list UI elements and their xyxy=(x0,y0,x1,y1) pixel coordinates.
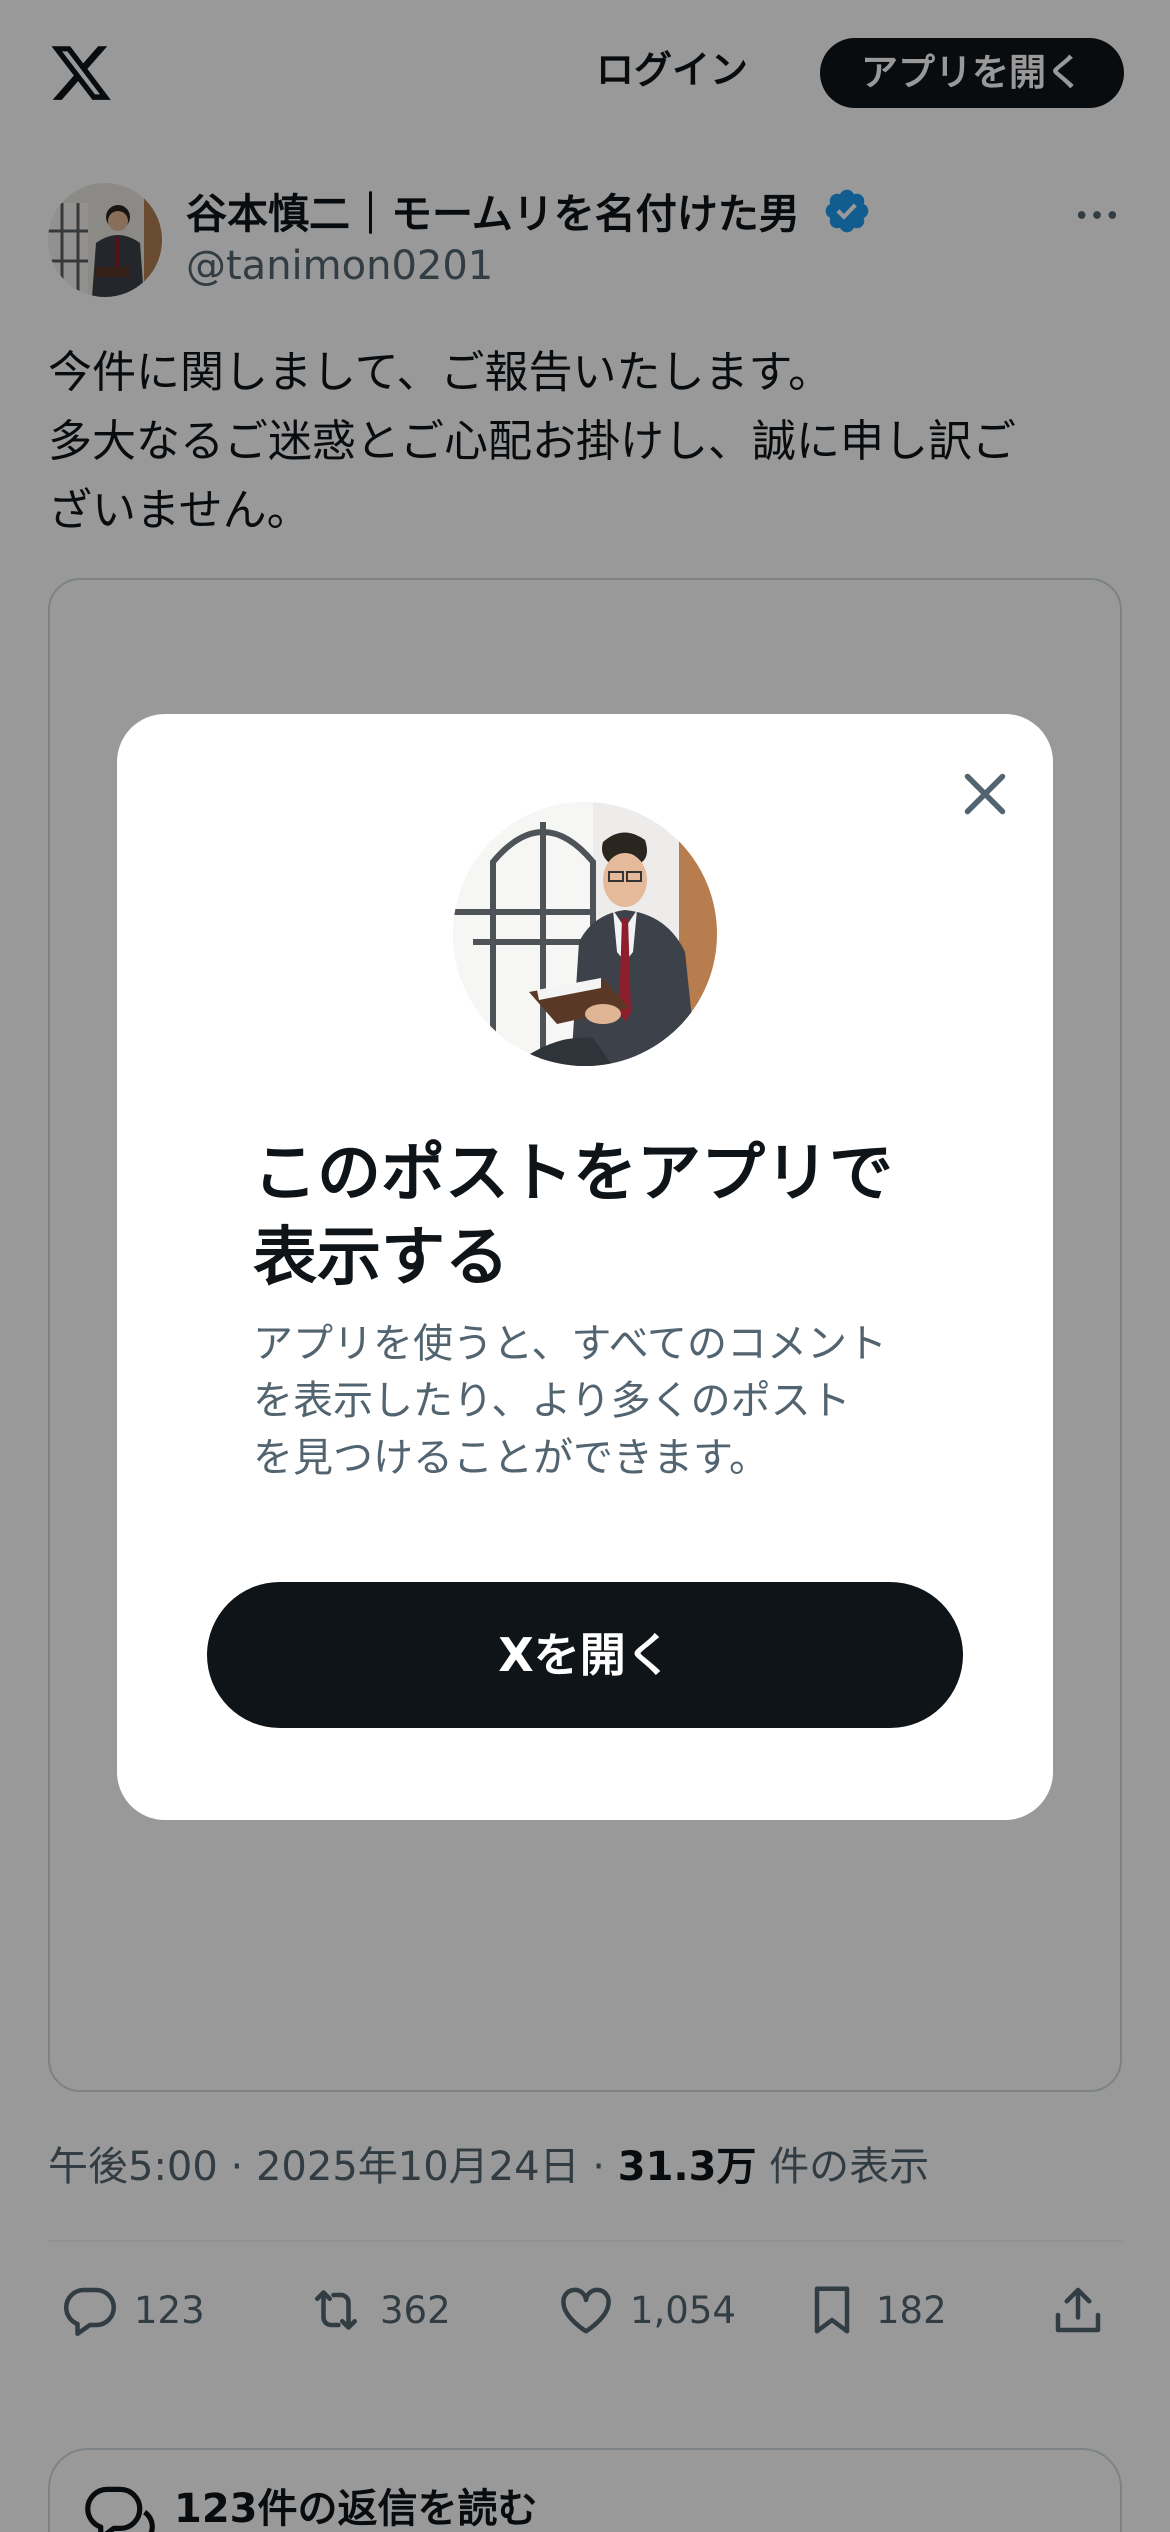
dialog-author-photo xyxy=(453,802,717,1066)
dialog-description-line: を表示したり、より多くのポスト xyxy=(253,1378,851,1424)
open-in-app-dialog: このポストをアプリで 表示する アプリを使うと、すべてのコメント を表示したり、… xyxy=(117,714,1053,1820)
dialog-title-line: 表示する xyxy=(253,1221,509,1295)
open-x-button[interactable]: Xを開く xyxy=(207,1582,963,1728)
dialog-description-line: を見つけることができます。 xyxy=(253,1435,769,1481)
dialog-author-avatar xyxy=(453,802,717,1066)
dialog-description: アプリを使うと、すべてのコメント を表示したり、より多くのポスト を見つけること… xyxy=(253,1316,953,1487)
dialog-title-line: このポストをアプリで xyxy=(253,1137,893,1211)
dialog-description-line: アプリを使うと、すべてのコメント xyxy=(253,1321,887,1367)
page: ログイン アプリを開く 谷本慎二｜モームリを名付けた男 @tanimon0201 xyxy=(0,0,1170,2532)
close-icon[interactable] xyxy=(955,764,1015,824)
dialog-title: このポストをアプリで 表示する xyxy=(253,1132,953,1300)
